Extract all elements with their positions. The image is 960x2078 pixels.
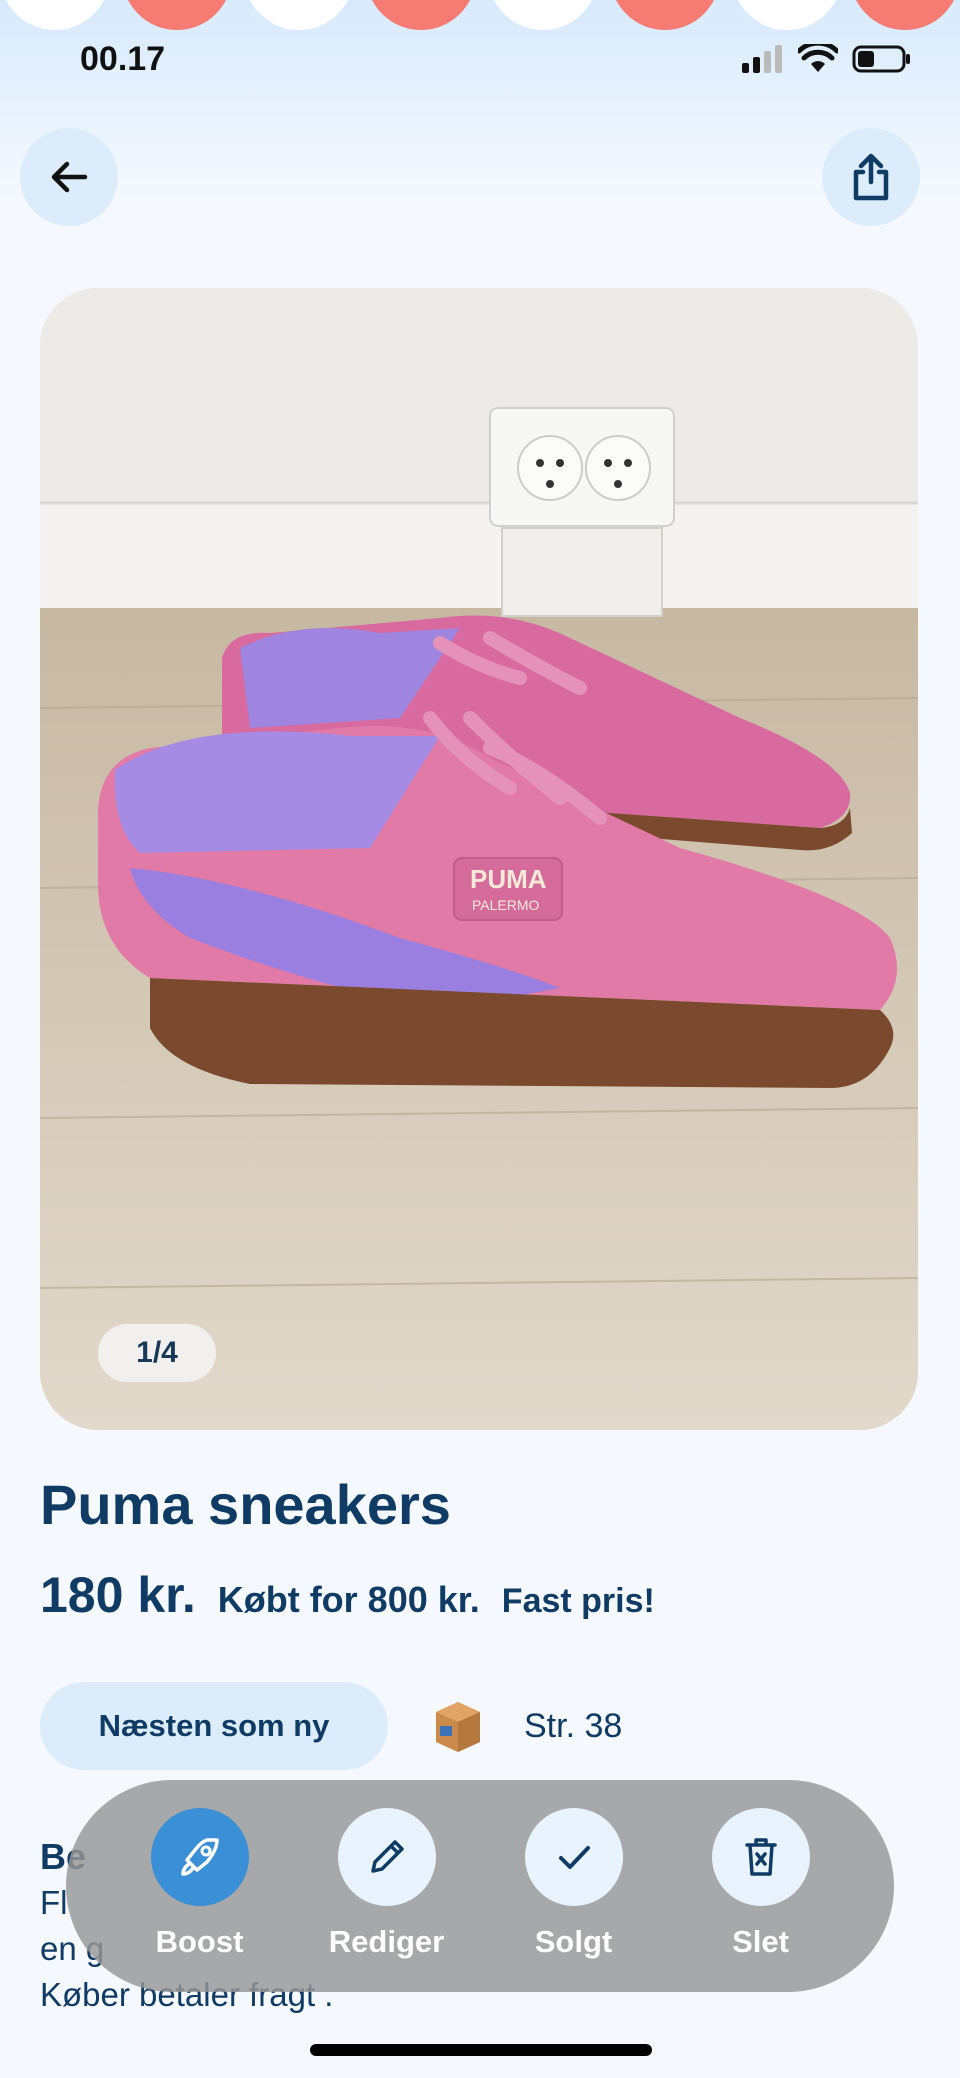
delete-icon-circle bbox=[711, 1808, 810, 1906]
rocket-icon bbox=[180, 1838, 219, 1876]
action-bar: Boost Rediger Solgt Slet bbox=[66, 1780, 894, 1992]
original-price: Købt for 800 kr. bbox=[217, 1579, 480, 1620]
boost-label: Boost bbox=[155, 1924, 244, 1959]
boost-button[interactable]: Boost bbox=[120, 1780, 280, 1960]
status-time: 00.17 bbox=[80, 40, 166, 78]
sneaker-image: PUMA PALERMO bbox=[40, 288, 918, 1430]
header-decoration bbox=[0, 0, 960, 30]
trash-icon bbox=[744, 1838, 777, 1876]
status-icons bbox=[742, 44, 912, 74]
pencil-icon bbox=[370, 1840, 404, 1873]
size-label: Str. 38 bbox=[524, 1706, 623, 1745]
back-button[interactable] bbox=[20, 128, 118, 226]
edit-icon-circle bbox=[337, 1808, 436, 1906]
boost-icon-circle bbox=[150, 1808, 249, 1906]
price-row: 180 kr. Købt for 800 kr. Fast pris! bbox=[40, 1566, 655, 1624]
sold-label: Solgt bbox=[534, 1924, 613, 1959]
edit-button[interactable]: Rediger bbox=[307, 1780, 467, 1960]
fixed-price-note: Fast pris! bbox=[501, 1582, 655, 1620]
attributes-row: Næsten som ny Str. 38 bbox=[40, 1682, 622, 1770]
svg-text:PUMA: PUMA bbox=[470, 864, 547, 894]
checkmark-icon bbox=[558, 1846, 590, 1869]
condition-chip: Næsten som ny bbox=[40, 1682, 388, 1770]
page-indicator: 1/4 bbox=[98, 1324, 216, 1382]
price: 180 kr. bbox=[40, 1567, 196, 1623]
listing-title: Puma sneakers bbox=[40, 1473, 451, 1536]
product-photo[interactable]: PUMA PALERMO 1/4 bbox=[40, 288, 918, 1430]
wifi-icon bbox=[798, 44, 838, 72]
top-gradient bbox=[0, 0, 960, 200]
delete-button[interactable]: Slet bbox=[681, 1780, 841, 1960]
share-button[interactable] bbox=[822, 128, 920, 226]
home-indicator[interactable] bbox=[310, 2044, 652, 2056]
package-icon bbox=[436, 1702, 480, 1752]
sold-button[interactable]: Solgt bbox=[494, 1780, 654, 1960]
delete-label: Slet bbox=[732, 1924, 789, 1959]
share-icon bbox=[853, 153, 889, 201]
sold-icon-circle bbox=[524, 1808, 623, 1906]
edit-label: Rediger bbox=[328, 1924, 445, 1959]
svg-text:PALERMO: PALERMO bbox=[472, 897, 540, 913]
battery-icon bbox=[852, 45, 910, 73]
arrow-left-icon bbox=[51, 161, 88, 193]
signal-icon bbox=[742, 45, 782, 73]
